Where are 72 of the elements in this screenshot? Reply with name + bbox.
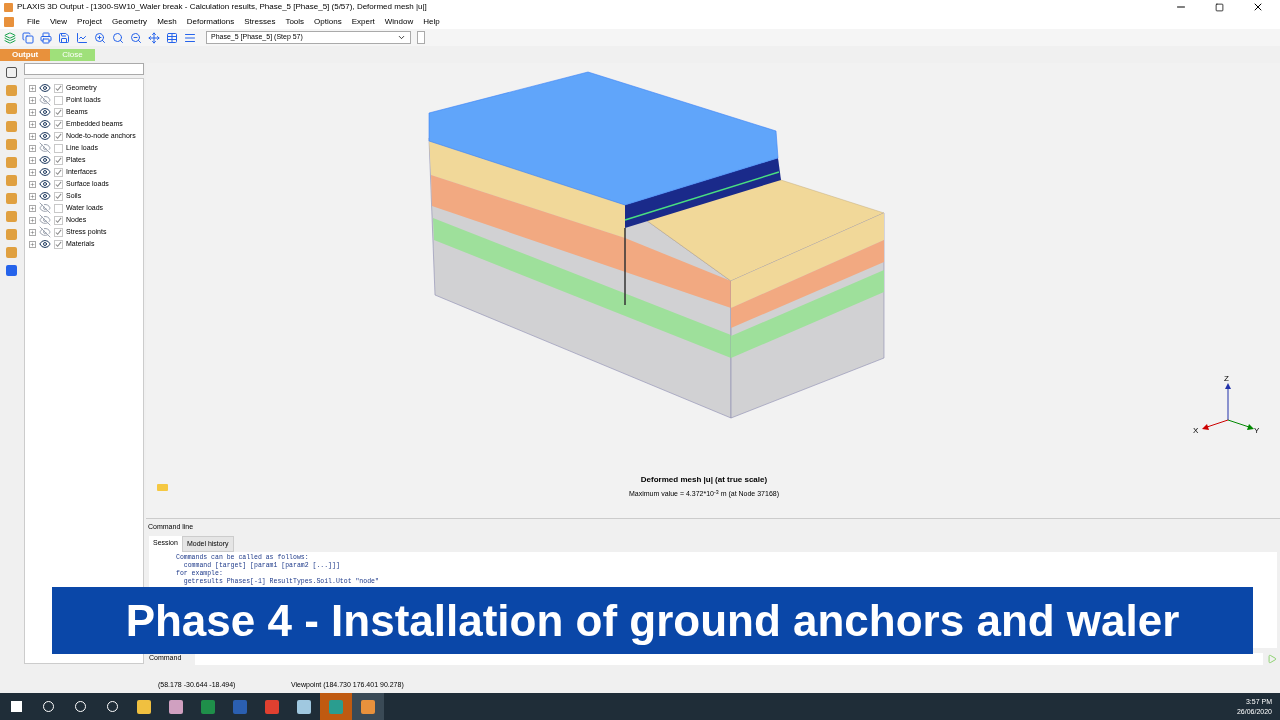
checkbox[interactable] [54,83,63,93]
menu-item[interactable]: Expert [346,15,380,28]
expand-icon[interactable] [29,180,36,188]
expand-icon[interactable] [29,120,36,128]
eye-icon[interactable] [39,178,51,190]
eye-icon[interactable] [39,82,51,94]
menu-item[interactable]: Mesh [152,15,182,28]
expand-icon[interactable] [29,204,36,212]
expand-icon[interactable] [29,144,36,152]
checkbox[interactable] [54,131,63,141]
list-icon[interactable] [184,31,196,44]
eye-icon[interactable] [39,154,51,166]
copy-icon[interactable] [22,31,34,44]
eye-icon[interactable] [39,166,51,178]
menu-item[interactable]: Project [72,15,107,28]
checkbox[interactable] [54,227,63,237]
plot-title: Deformed mesh |u| (at true scale) [640,474,768,487]
caret-icon [397,33,406,42]
close-icon[interactable] [1252,1,1264,13]
eye-icon[interactable] [39,190,51,202]
menu-item[interactable]: Options [309,15,347,28]
menu-item[interactable]: Geometry [107,15,153,28]
eye-off-icon[interactable] [39,214,51,226]
app-logo-icon [4,2,13,12]
table-icon[interactable] [166,31,178,44]
zoom-out-icon[interactable] [130,31,142,44]
expand-icon[interactable] [29,168,36,176]
expand-icon[interactable] [29,156,36,164]
eye-icon[interactable] [39,106,51,118]
checkbox[interactable] [54,191,63,201]
menu-item[interactable]: Help [418,15,445,28]
zoom-in-icon[interactable] [94,31,106,44]
menu-item[interactable]: File [22,15,45,28]
move-icon[interactable] [148,31,160,44]
expand-icon[interactable] [29,240,36,248]
expand-icon[interactable] [29,132,36,140]
checkbox[interactable] [54,107,63,117]
eye-icon[interactable] [39,238,51,250]
eye-icon[interactable] [39,130,51,142]
menu-item[interactable]: Window [379,15,419,28]
search-field[interactable] [24,63,144,75]
expand-icon[interactable] [29,108,36,116]
app-menu-icon[interactable] [4,16,14,27]
checkbox[interactable] [54,215,63,225]
checkbox[interactable] [54,239,63,249]
checkbox[interactable] [54,155,63,165]
print-icon[interactable] [40,31,52,44]
checkbox[interactable] [54,167,63,177]
caption-banner: Phase 4 - Installation of ground anchors and waler [52,587,1253,654]
taskbar-app-icon[interactable] [352,693,384,720]
checkbox[interactable] [54,95,63,105]
expand-icon[interactable] [29,216,36,224]
menu-item[interactable]: View [44,15,73,28]
window-title: PLAXIS 3D Output - [1300-SW10_Waler break - Calculation results, Phase_5 [Phase_5] (5/57), Deformed mesh |u|] [17,1,427,13]
expand-icon[interactable] [29,228,36,236]
expand-icon[interactable] [29,84,36,92]
checkbox[interactable] [54,179,63,189]
run-icon[interactable] [1267,653,1277,664]
maximize-icon[interactable] [1215,2,1224,12]
eye-icon[interactable] [39,118,51,130]
menu-item[interactable]: Tools [280,15,310,28]
axis-triad-drawing: Z X Y [1191,375,1261,435]
checkbox[interactable] [54,119,63,129]
legend-icon [157,483,168,491]
menu-item[interactable]: Deformations [181,15,240,28]
expand-icon[interactable] [29,96,36,104]
checkbox[interactable] [54,143,63,153]
checkbox[interactable] [54,203,63,213]
spin-control[interactable] [417,31,425,44]
menu-item[interactable]: Stresses [239,15,281,28]
save-icon[interactable] [58,31,70,44]
expand-icon[interactable] [29,192,36,200]
